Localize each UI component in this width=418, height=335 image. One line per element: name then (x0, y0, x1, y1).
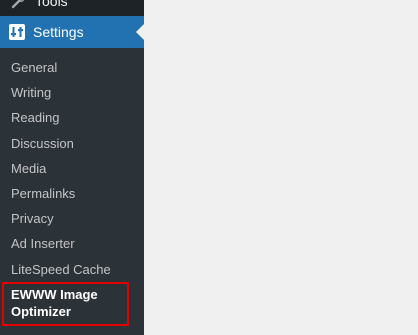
submenu-item-permalinks[interactable]: Permalinks (11, 185, 75, 202)
menu-item-label: Tools (35, 0, 68, 9)
wrench-icon (11, 0, 25, 9)
submenu-item-writing[interactable]: Writing (11, 84, 51, 101)
submenu-item-discussion[interactable]: Discussion (11, 135, 74, 152)
highlight-annotation-box (2, 282, 129, 326)
submenu-item-reading[interactable]: Reading (11, 109, 59, 126)
submenu-item-litespeed-cache[interactable]: LiteSpeed Cache (11, 261, 111, 278)
main-content-area (144, 0, 418, 335)
settings-sliders-icon (9, 24, 25, 40)
menu-item-tools[interactable]: Tools (0, 0, 144, 14)
menu-item-settings[interactable]: Settings (0, 16, 144, 48)
submenu-item-privacy[interactable]: Privacy (11, 210, 54, 227)
submenu-item-general[interactable]: General (11, 59, 57, 76)
submenu-item-ad-inserter[interactable]: Ad Inserter (11, 235, 75, 252)
current-menu-arrow-icon (136, 24, 144, 40)
menu-item-label: Settings (33, 24, 84, 40)
admin-sidebar: Tools Settings General Writing Reading D… (0, 0, 144, 335)
submenu-item-media[interactable]: Media (11, 160, 46, 177)
